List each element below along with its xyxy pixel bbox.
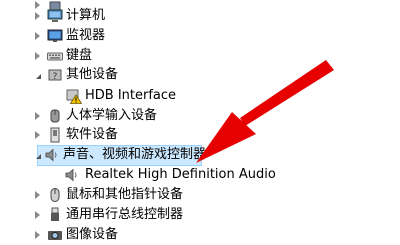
red-arrow-icon — [196, 60, 334, 163]
